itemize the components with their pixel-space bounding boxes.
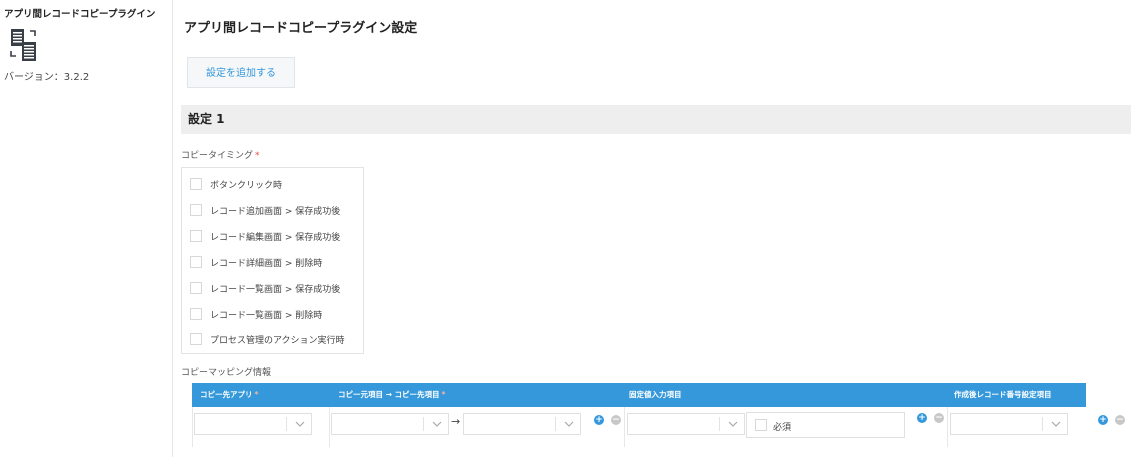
- timing-option-label: レコード一覧画面 > 削除時: [210, 310, 323, 321]
- select-divider: [423, 417, 424, 431]
- required-checkbox-label: 必須: [773, 423, 792, 433]
- copy-documents-icon: [10, 29, 36, 61]
- add-fixed-value-icon[interactable]: +: [917, 413, 927, 423]
- mapping-arrow-icon: →: [451, 415, 461, 428]
- checkbox[interactable]: [190, 204, 202, 216]
- header-fixed-value: 固定値入力項目: [629, 390, 682, 399]
- chevron-down-icon: [295, 421, 305, 427]
- remove-mapping-row-icon[interactable]: −: [1115, 415, 1125, 425]
- timing-option[interactable]: レコード一覧画面 > 保存成功後: [190, 281, 340, 295]
- record-number-field-select[interactable]: [950, 413, 1068, 435]
- add-setting-button[interactable]: 設定を追加する: [187, 57, 295, 88]
- fixed-value-field-select[interactable]: [627, 413, 745, 435]
- add-field-mapping-icon[interactable]: +: [594, 415, 604, 425]
- header-src-dest-fields-text: コピー元項目 → コピー先項目: [338, 390, 440, 399]
- dest-app-select[interactable]: [194, 413, 312, 435]
- timing-option-label: レコード詳細画面 > 削除時: [210, 258, 323, 269]
- chevron-down-icon: [432, 421, 442, 427]
- add-mapping-row-icon[interactable]: +: [1098, 415, 1108, 425]
- copy-mapping-label: コピーマッピング情報: [181, 368, 272, 378]
- select-divider: [286, 417, 287, 431]
- timing-option-label: レコード追加画面 > 保存成功後: [210, 206, 341, 217]
- column-divider: [329, 407, 330, 447]
- copy-timing-label-text: コピータイミング: [181, 151, 254, 161]
- timing-option[interactable]: ボタンクリック時: [190, 177, 282, 191]
- chevron-down-icon: [564, 421, 574, 427]
- checkbox[interactable]: [190, 178, 202, 190]
- timing-option-label: レコード一覧画面 > 保存成功後: [210, 284, 341, 295]
- remove-fixed-value-icon[interactable]: −: [934, 413, 944, 423]
- select-divider: [719, 417, 720, 431]
- chevron-down-icon: [728, 421, 738, 427]
- column-divider: [624, 407, 625, 447]
- required-mark: *: [255, 151, 260, 161]
- timing-option[interactable]: レコード追加画面 > 保存成功後: [190, 203, 340, 217]
- timing-option[interactable]: プロセス管理のアクション実行時: [190, 332, 345, 346]
- header-record-number: 作成後レコード番号設定項目: [954, 390, 1052, 399]
- column-divider: [192, 407, 193, 447]
- required-mark: *: [254, 390, 259, 399]
- checkbox[interactable]: [190, 308, 202, 320]
- copy-timing-label: コピータイミング *: [181, 148, 260, 161]
- plugin-name: アプリ間レコードコピープラグイン: [4, 9, 156, 20]
- remove-field-mapping-icon[interactable]: −: [611, 415, 621, 425]
- copy-timing-options: ボタンクリック時 レコード追加画面 > 保存成功後 レコード編集画面 > 保存成…: [181, 167, 364, 354]
- sidebar: アプリ間レコードコピープラグイン バージョン：3.2.2: [0, 0, 173, 457]
- timing-option-label: レコード編集画面 > 保存成功後: [210, 232, 341, 243]
- timing-option-label: ボタンクリック時: [210, 180, 283, 191]
- checkbox[interactable]: [190, 333, 202, 345]
- timing-option[interactable]: レコード詳細画面 > 削除時: [190, 255, 322, 269]
- page-title: アプリ間レコードコピープラグイン設定: [184, 21, 418, 36]
- column-divider: [947, 407, 948, 447]
- checkbox[interactable]: [190, 256, 202, 268]
- header-dest-app-text: コピー先アプリ: [200, 390, 253, 399]
- header-dest-app: コピー先アプリ *: [200, 383, 258, 407]
- required-mark: *: [441, 390, 446, 399]
- chevron-down-icon: [1051, 421, 1061, 427]
- timing-option[interactable]: レコード編集画面 > 保存成功後: [190, 229, 340, 243]
- required-checkbox[interactable]: [755, 419, 767, 431]
- timing-option[interactable]: レコード一覧画面 > 削除時: [190, 307, 322, 321]
- select-divider: [1042, 417, 1043, 431]
- required-checkbox-group: 必須: [746, 412, 905, 438]
- mapping-table-header: コピー先アプリ * コピー元項目 → コピー先項目 * 固定値入力項目 作成後レコー…: [192, 383, 1086, 407]
- setting-section-title: 設定 1: [181, 105, 1131, 134]
- timing-option-label: プロセス管理のアクション実行時: [210, 335, 345, 346]
- select-divider: [555, 417, 556, 431]
- checkbox[interactable]: [190, 282, 202, 294]
- source-field-select[interactable]: [331, 413, 449, 435]
- dest-field-select[interactable]: [463, 413, 581, 435]
- header-src-dest-fields: コピー元項目 → コピー先項目 *: [338, 383, 445, 407]
- version-text: バージョン：3.2.2: [4, 72, 90, 83]
- checkbox[interactable]: [190, 230, 202, 242]
